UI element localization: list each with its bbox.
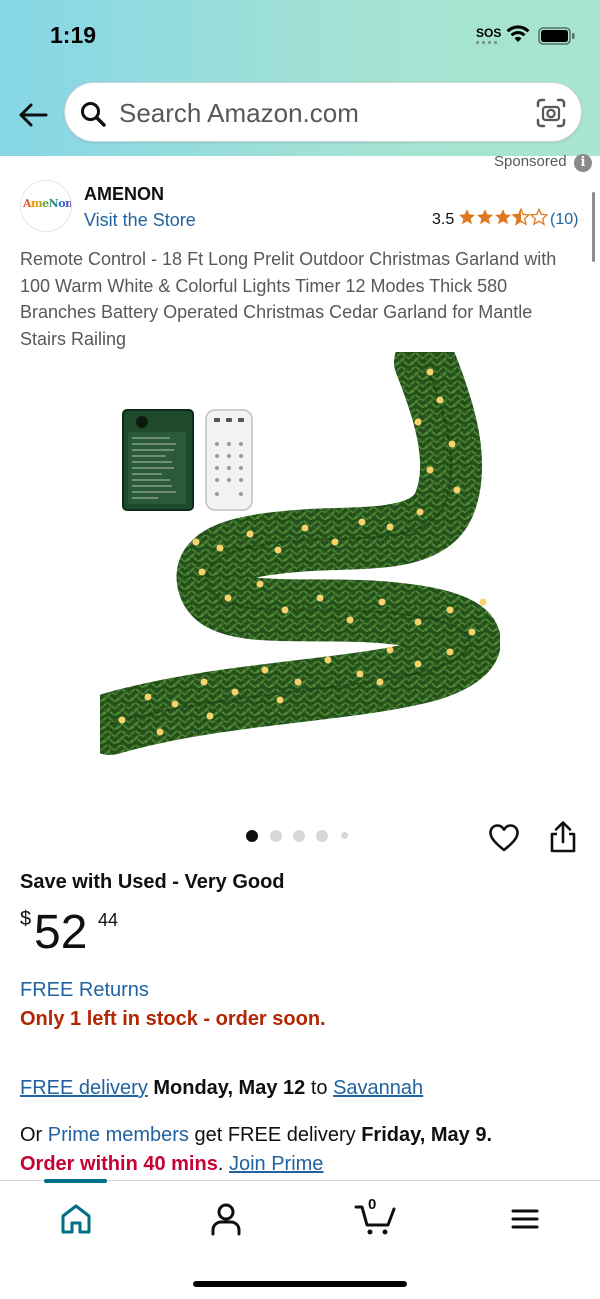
battery-icon [538, 27, 575, 45]
scrollbar[interactable] [592, 192, 595, 262]
brand-logo-text: AmeNon [23, 197, 72, 210]
account-icon[interactable] [206, 1199, 246, 1239]
order-within-period: . [217, 1153, 224, 1175]
heart-icon[interactable] [488, 822, 520, 854]
nav-active-indicator [44, 1179, 107, 1183]
menu-icon[interactable] [505, 1199, 545, 1239]
carousel-dot[interactable] [270, 830, 282, 842]
prime-delivery-line: Or Prime members get FREE delivery Frida… [20, 1124, 492, 1147]
battery-box-icon [122, 409, 194, 511]
star-rating-icon[interactable] [458, 207, 548, 227]
prime-text: get FREE delivery [194, 1124, 356, 1146]
rating-value[interactable]: 3.5 [432, 211, 454, 229]
prime-or: Or [20, 1124, 43, 1146]
header: 1:19 SOS [0, 0, 600, 156]
delivery-date: Monday, May 12 [153, 1077, 306, 1099]
search-bar[interactable] [64, 82, 582, 142]
cart-icon [354, 1205, 396, 1235]
status-time: 1:19 [50, 22, 97, 48]
wifi-icon [506, 25, 530, 42]
delivery-line: FREE delivery Monday, May 12 to Savannah [20, 1077, 423, 1100]
sos-indicator: SOS [476, 26, 502, 40]
delivery-to: to [310, 1077, 328, 1099]
product-title: Remote Control - 18 Ft Long Prelit Outdo… [20, 249, 557, 349]
search-icon [81, 102, 106, 127]
signal-dots [476, 41, 498, 44]
prime-date: Friday, May 9. [361, 1124, 493, 1146]
join-prime-link[interactable]: Join Prime [229, 1153, 323, 1175]
back-arrow-icon[interactable] [16, 98, 50, 132]
cart-button[interactable]: 0 [354, 1196, 398, 1239]
carousel-dot[interactable] [246, 830, 258, 842]
bottom-nav: 0 [0, 1179, 600, 1299]
home-icon[interactable] [56, 1199, 96, 1239]
prime-members-link[interactable]: Prime members [48, 1124, 189, 1146]
product-image[interactable] [100, 352, 500, 776]
visit-store-link[interactable]: Visit the Store [84, 210, 196, 231]
review-count-link[interactable]: (10) [550, 211, 578, 229]
carousel-dot[interactable] [293, 830, 305, 842]
order-within-line: Order within 40 mins. Join Prime [20, 1153, 323, 1176]
brand-name: AMENON [84, 184, 164, 204]
home-indicator [193, 1281, 407, 1287]
stock-status: Only 1 left in stock - order soon. [20, 1008, 326, 1030]
status-bar: 1:19 SOS [0, 0, 600, 70]
price-fraction: 44 [98, 910, 119, 930]
carousel-dot[interactable] [341, 832, 348, 839]
order-within-countdown: Order within 40 mins [20, 1153, 218, 1175]
free-delivery-link[interactable]: FREE delivery [20, 1077, 148, 1099]
remote-icon [205, 409, 253, 511]
camera-search-icon[interactable] [535, 97, 567, 129]
free-returns-link[interactable]: FREE Returns [20, 979, 149, 1002]
price-symbol: $ [20, 908, 32, 930]
info-icon[interactable]: i [574, 154, 592, 172]
sponsored-label: Sponsored [494, 153, 567, 170]
search-input[interactable] [119, 97, 519, 129]
brand-logo[interactable]: AmeNon [20, 180, 72, 232]
price-whole: 52 [34, 906, 88, 959]
offer-condition-title: Save with Used - Very Good [20, 871, 285, 893]
share-icon[interactable] [548, 820, 578, 854]
carousel-dot[interactable] [316, 830, 328, 842]
delivery-location-link[interactable]: Savannah [333, 1077, 423, 1099]
